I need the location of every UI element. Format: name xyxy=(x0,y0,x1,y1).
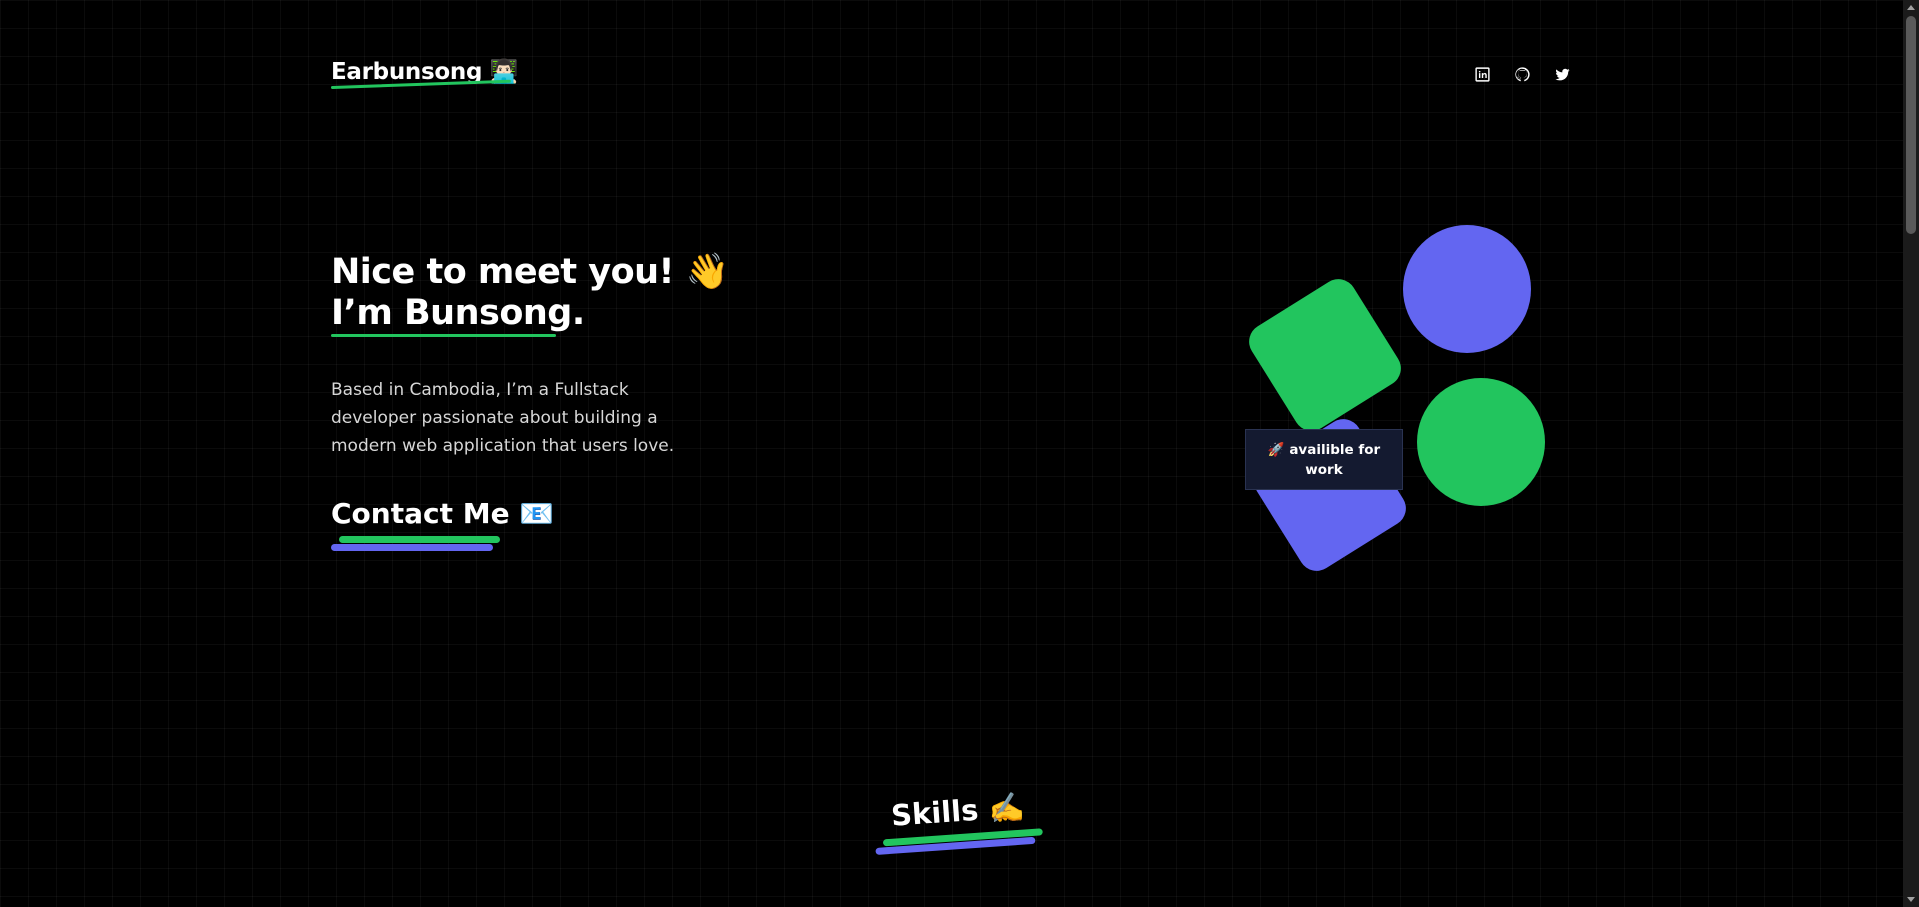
hero-heading-line1: Nice to meet you! 👋 xyxy=(331,252,729,292)
contact-underline-green xyxy=(339,536,500,543)
linkedin-icon xyxy=(1474,66,1490,82)
scroll-thumb[interactable] xyxy=(1906,16,1916,234)
name-underline xyxy=(331,334,556,337)
twitter-icon xyxy=(1554,68,1570,80)
indigo-circle xyxy=(1403,225,1531,353)
github-icon xyxy=(1514,66,1530,81)
scroll-down-arrow-icon[interactable] xyxy=(1907,897,1915,902)
availability-badge: 🚀 availible for work xyxy=(1245,429,1403,490)
availability-badge-text: 🚀 availible for work xyxy=(1267,441,1381,478)
twitter-link[interactable] xyxy=(1552,64,1572,84)
hero-heading-line2: I’m Bunsong. xyxy=(331,293,585,333)
contact-underline-blue xyxy=(331,544,493,551)
hero-description: Based in Cambodia, I’m a Fullstack devel… xyxy=(331,380,675,456)
hero-heading: Nice to meet you! 👋 I’m Bunsong. xyxy=(331,252,729,334)
green-rounded-square xyxy=(1249,279,1401,431)
scroll-up-arrow-icon[interactable] xyxy=(1907,5,1915,10)
skills-heading: Skills ✍️ xyxy=(868,784,1052,866)
github-link[interactable] xyxy=(1512,64,1532,84)
page: Earbunsong 👨🏻‍💻 Nice to meet you! 👋 I’m … xyxy=(0,0,1903,907)
skills-title: Skills ✍️ xyxy=(890,789,1026,833)
scrollbar[interactable] xyxy=(1903,0,1919,907)
contact-me-button[interactable]: Contact Me 📧 xyxy=(331,497,554,530)
green-circle xyxy=(1417,378,1545,506)
decorative-shapes xyxy=(1249,225,1545,571)
linkedin-link[interactable] xyxy=(1472,64,1492,84)
